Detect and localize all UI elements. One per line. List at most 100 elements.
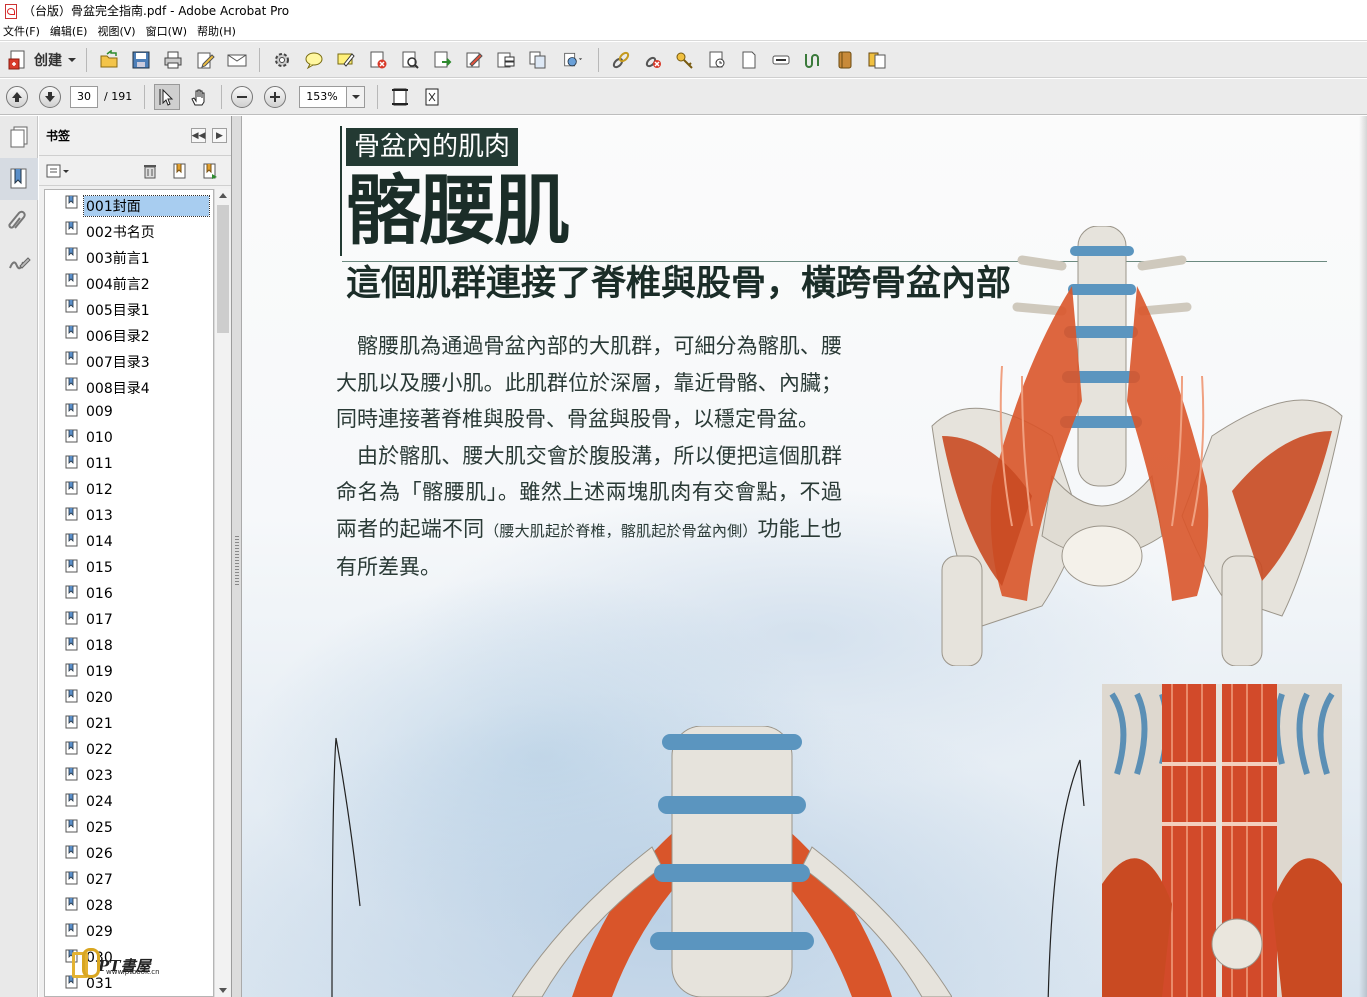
bookmark-item[interactable]: 018 — [45, 632, 213, 658]
hand-tool-button[interactable] — [186, 84, 212, 110]
secure-button[interactable] — [672, 47, 698, 73]
bookmark-item[interactable]: 010 — [45, 424, 213, 450]
bookmark-item[interactable]: 028 — [45, 892, 213, 918]
menu-file[interactable]: 文件(F) — [0, 23, 47, 39]
panel-splitter[interactable] — [232, 116, 242, 997]
create-button[interactable]: 创建 — [4, 46, 80, 74]
bookmark-page-icon — [65, 793, 78, 807]
watermark-logo: PT書屋 www.ptbook.cn — [70, 946, 160, 978]
full-screen-button[interactable] — [419, 84, 445, 110]
blank-page-button[interactable] — [736, 47, 762, 73]
save-button[interactable] — [128, 47, 154, 73]
menu-view[interactable]: 视图(V) — [94, 23, 142, 39]
bookmark-item[interactable]: 004前言2 — [45, 268, 213, 294]
splitter-grip[interactable] — [235, 536, 239, 586]
zoom-out-button[interactable] — [231, 85, 254, 108]
page-number-input[interactable]: 30 — [70, 85, 98, 108]
attachments-button[interactable] — [0, 200, 38, 242]
delete-page-button[interactable] — [365, 47, 391, 73]
open-button[interactable] — [96, 47, 122, 73]
collapse-panel-button[interactable]: ◀◀ — [191, 128, 206, 143]
bookmark-page-icon — [65, 611, 78, 625]
web-capture-button[interactable] — [557, 47, 589, 73]
bookmark-label: 026 — [86, 846, 113, 862]
bookmark-item[interactable]: 019 — [45, 658, 213, 684]
zoom-in-button[interactable] — [264, 85, 287, 108]
bookmark-item[interactable]: 009 — [45, 398, 213, 424]
scroll-down-icon[interactable] — [219, 988, 227, 993]
bookmark-page-icon — [65, 533, 78, 547]
link-button[interactable] — [608, 47, 634, 73]
redact-button[interactable] — [768, 47, 794, 73]
bookmark-item[interactable]: 012 — [45, 476, 213, 502]
export-button[interactable] — [429, 47, 455, 73]
signatures-button[interactable] — [0, 242, 38, 284]
email-button[interactable] — [224, 47, 250, 73]
bookmark-page-icon — [65, 221, 78, 235]
export-icon — [434, 51, 452, 67]
bookmark-label: 016 — [86, 586, 113, 602]
compare-button[interactable] — [800, 47, 826, 73]
highlight-button[interactable] — [333, 47, 359, 73]
search-page-button[interactable] — [397, 47, 423, 73]
page-properties-button[interactable] — [704, 47, 730, 73]
bookmark-item[interactable]: 017 — [45, 606, 213, 632]
comment-button[interactable] — [301, 47, 327, 73]
binder-button[interactable] — [832, 47, 858, 73]
options-menu-icon[interactable] — [45, 162, 71, 180]
bookmark-scrollbar[interactable] — [214, 189, 230, 997]
bookmarks-button[interactable] — [0, 158, 38, 200]
print-button[interactable] — [160, 47, 186, 73]
menu-edit[interactable]: 编辑(E) — [47, 23, 95, 39]
bookmark-properties-icon[interactable] — [201, 162, 219, 180]
bookmark-item[interactable]: 029 — [45, 918, 213, 944]
bookmark-item[interactable]: 016 — [45, 580, 213, 606]
chevron-down-icon[interactable] — [346, 86, 365, 107]
bookmark-item[interactable]: 003前言1 — [45, 242, 213, 268]
close-panel-button[interactable]: ▶ — [212, 128, 227, 143]
bookmark-item[interactable]: 007目录3 — [45, 346, 213, 372]
bookmark-item[interactable]: 022 — [45, 736, 213, 762]
organize-button[interactable] — [864, 47, 890, 73]
menu-window[interactable]: 窗口(W) — [143, 23, 194, 39]
zoom-select[interactable]: 153% — [299, 85, 366, 108]
bookmark-item[interactable]: 006目录2 — [45, 320, 213, 346]
bookmark-label: 017 — [86, 612, 113, 628]
bookmark-item[interactable]: 026 — [45, 840, 213, 866]
bookmark-item[interactable]: 001封面 — [45, 190, 213, 217]
edit-button[interactable] — [192, 47, 218, 73]
form-button[interactable] — [493, 47, 519, 73]
combine-button[interactable] — [525, 47, 551, 73]
settings-button[interactable] — [269, 47, 295, 73]
select-tool-button[interactable] — [154, 83, 181, 110]
page-thumbnails-button[interactable] — [0, 116, 38, 158]
trash-icon[interactable] — [141, 162, 159, 180]
highlight-icon — [337, 52, 355, 67]
bookmark-item[interactable]: 014 — [45, 528, 213, 554]
menu-help[interactable]: 帮助(H) — [194, 23, 243, 39]
bookmark-item[interactable]: 008目录4 — [45, 372, 213, 398]
fit-page-button[interactable] — [387, 84, 413, 110]
bookmark-item[interactable]: 027 — [45, 866, 213, 892]
bookmark-item[interactable]: 002书名页 — [45, 216, 213, 242]
bookmark-item[interactable]: 024 — [45, 788, 213, 814]
bookmark-item[interactable]: 025 — [45, 814, 213, 840]
new-bookmark-icon[interactable] — [171, 162, 189, 180]
document-view[interactable]: 骨盆內的肌肉 髂腰肌 這個肌群連接了脊椎與股骨，橫跨骨盆內部 髂腰肌為通過骨盆內… — [242, 116, 1367, 997]
bookmark-item[interactable]: 023 — [45, 762, 213, 788]
bookmark-item[interactable]: 013 — [45, 502, 213, 528]
bookmark-item[interactable]: 021 — [45, 710, 213, 736]
bookmark-item[interactable]: 015 — [45, 554, 213, 580]
bookmark-page-icon — [65, 897, 78, 911]
scroll-up-icon[interactable] — [219, 193, 227, 198]
unlink-button[interactable] — [640, 47, 666, 73]
bookmark-item[interactable]: 011 — [45, 450, 213, 476]
bookmark-item[interactable]: 020 — [45, 684, 213, 710]
previous-page-button[interactable] — [6, 85, 28, 108]
bookmark-item[interactable]: 005目录1 — [45, 294, 213, 320]
scroll-thumb[interactable] — [217, 205, 229, 333]
sign-button[interactable] — [461, 47, 487, 73]
next-page-button[interactable] — [39, 85, 61, 108]
bookmarks-panel: 书签 ◀◀ ▶ 001封面 002书名页 003前言1 004前言2 005目录1 006… — [39, 116, 232, 997]
window-title: （台版）骨盆完全指南.pdf - Adobe Acrobat Pro — [23, 4, 290, 18]
